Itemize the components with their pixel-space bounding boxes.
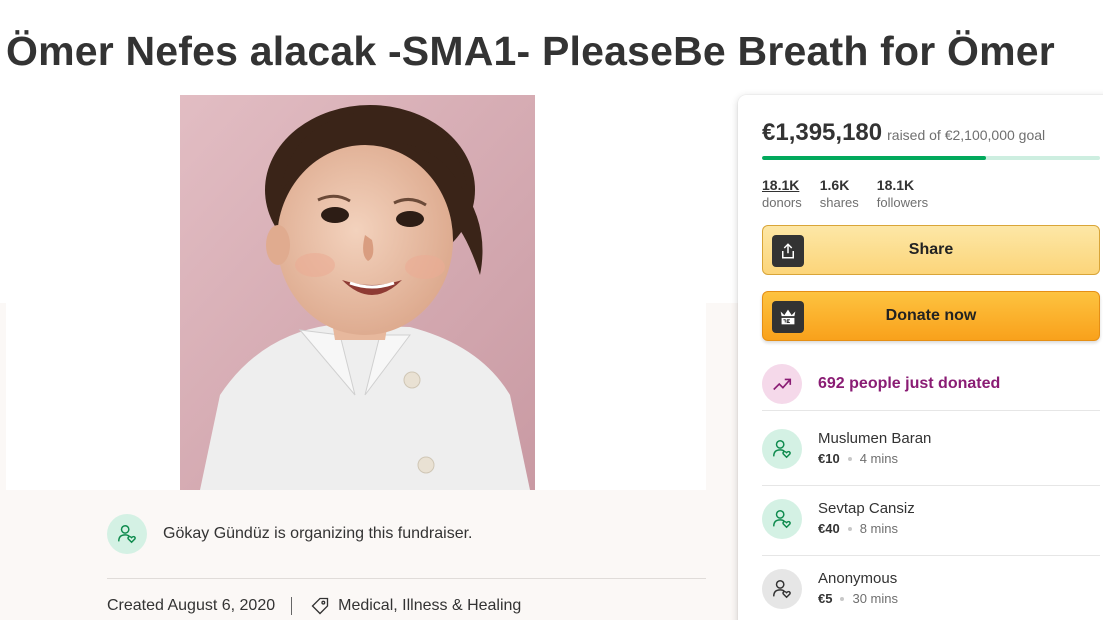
stat-value: 1.6K — [819, 177, 850, 193]
divider — [107, 578, 706, 579]
donation-amount: €5 — [818, 591, 833, 606]
donation-amount: €40 — [818, 521, 840, 536]
stat-shares: 1.6K shares — [820, 177, 859, 211]
separator-dot — [840, 597, 845, 601]
stats-row: 18.1K donors 1.6K shares 18.1K followers — [762, 177, 946, 211]
organizer-text: Gökay Gündüz is organizing this fundrais… — [163, 525, 473, 542]
recent-donations-text: 692 people just donated — [818, 375, 1001, 392]
stat-donors[interactable]: 18.1K donors — [762, 177, 802, 211]
stat-label: shares — [819, 195, 859, 210]
user-heart-icon — [762, 429, 802, 469]
user-heart-icon — [762, 569, 802, 609]
donation-time: 30 mins — [852, 591, 898, 606]
donation-time: 8 mins — [859, 521, 898, 536]
user-heart-icon — [762, 499, 802, 539]
recent-donations-banner: 692 people just donated — [762, 358, 1100, 410]
category-link[interactable]: Medical, Illness & Healing — [338, 597, 521, 615]
progress-bar — [762, 156, 1100, 160]
separator-dot — [847, 457, 852, 461]
donor-row: Sevtap Cansiz €40 8 mins — [762, 495, 1100, 543]
raised-summary: €1,395,180 raised of €2,100,000 goal — [762, 119, 1045, 147]
share-button[interactable]: Share — [762, 225, 1100, 275]
donor-row: Anonymous €5 30 mins — [762, 565, 1100, 613]
progress-fill — [762, 156, 987, 160]
divider — [762, 410, 1100, 411]
donate-button[interactable]: Donate now — [762, 291, 1100, 341]
campaign-photo[interactable] — [180, 95, 535, 490]
donation-amount: €10 — [818, 451, 840, 466]
donor-name: Sevtap Cansiz — [818, 500, 915, 517]
donate-label: Donate now — [885, 307, 977, 324]
share-icon — [772, 235, 804, 267]
stat-value: 18.1K — [762, 177, 800, 193]
meta-divider — [291, 597, 293, 615]
share-label: Share — [908, 241, 954, 258]
donation-card: €1,395,180 raised of €2,100,000 goal 18.… — [738, 95, 1103, 620]
user-heart-icon — [107, 514, 147, 554]
donor-name: Muslumen Baran — [818, 430, 932, 447]
created-date: Created August 6, 2020 — [107, 597, 276, 614]
donor-name: Anonymous — [818, 570, 898, 587]
gofundme-logo-icon — [772, 301, 804, 333]
donation-time: 4 mins — [859, 451, 898, 466]
trending-up-icon — [762, 364, 802, 404]
divider — [762, 555, 1100, 556]
divider — [762, 485, 1100, 486]
separator-dot — [847, 527, 852, 531]
stat-label: donors — [762, 195, 802, 210]
tag-icon — [310, 596, 330, 616]
donor-row: Muslumen Baran €10 4 mins — [762, 425, 1100, 473]
stat-label: followers — [876, 195, 929, 210]
goal-text: raised of €2,100,000 goal — [887, 127, 1046, 143]
stat-value: 18.1K — [876, 177, 915, 193]
organizer-row: Gökay Gündüz is organizing this fundrais… — [107, 514, 473, 554]
campaign-meta: Created August 6, 2020 Medical, Illness … — [107, 596, 521, 616]
raised-amount: €1,395,180 — [762, 119, 883, 146]
stat-followers: 18.1K followers — [877, 177, 928, 211]
page-title: Ömer Nefes alacak -SMA1- PleaseBe Breath… — [6, 28, 1055, 74]
